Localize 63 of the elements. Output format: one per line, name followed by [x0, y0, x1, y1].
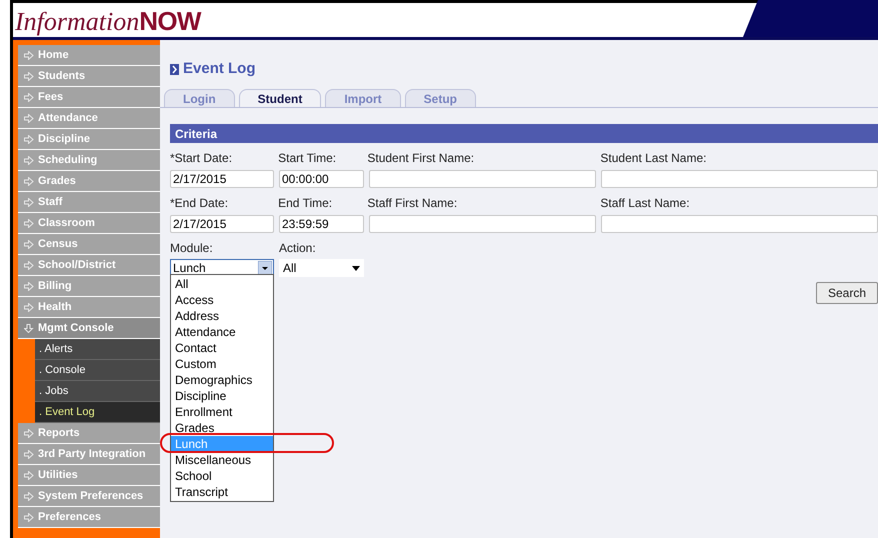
right-arrow-icon [24, 218, 34, 228]
dropdown-option[interactable]: Demographics [171, 372, 273, 388]
text-field[interactable] [369, 215, 596, 233]
right-arrow-icon [24, 470, 34, 480]
right-arrow-icon [24, 134, 34, 144]
page-title: Event Log [183, 58, 256, 79]
dropdown-option[interactable]: Enrollment [171, 404, 273, 420]
dropdown-option[interactable]: All [171, 276, 273, 292]
dropdown-option[interactable]: Address [171, 308, 273, 324]
right-arrow-icon [24, 492, 34, 500]
dropdown-option[interactable]: Transcript [171, 484, 273, 500]
dropdown-option[interactable]: Grades [171, 420, 273, 436]
right-arrow-icon [24, 114, 34, 122]
right-arrow-icon [24, 428, 34, 438]
text-field[interactable]: 23:59:59 [279, 215, 364, 233]
right-arrow-icon [24, 282, 34, 290]
right-arrow-icon [24, 92, 34, 102]
dropdown-option[interactable]: Attendance [171, 324, 273, 340]
right-arrow-icon [24, 198, 34, 206]
right-arrow-icon [24, 512, 34, 522]
right-arrow-icon [24, 260, 34, 270]
field-label: Module: [170, 240, 214, 255]
right-arrow-icon [24, 240, 34, 248]
dropdown-option[interactable]: Custom [171, 356, 273, 372]
title-arrow-icon [170, 64, 179, 74]
field-label: *Start Date: [170, 150, 234, 165]
dropdown-option[interactable]: Miscellaneous [171, 452, 273, 468]
right-arrow-icon [24, 156, 34, 164]
submenu-item[interactable]: . Jobs [35, 381, 160, 402]
right-arrow-icon [24, 450, 34, 458]
search-button[interactable]: Search [816, 282, 878, 304]
field-label: Student Last Name: [600, 150, 708, 165]
submenu-item[interactable]: . Console [35, 360, 160, 381]
field-label: End Time: [278, 195, 334, 210]
criteria-header: Criteria [170, 124, 878, 143]
text-field[interactable]: 2/17/2015 [170, 170, 274, 188]
caret-icon [258, 261, 272, 275]
field-label: Staff First Name: [367, 195, 458, 210]
down-arrow-icon [24, 324, 34, 332]
tab[interactable]: Student [238, 89, 322, 107]
dropdown-option[interactable]: Access [171, 292, 273, 308]
text-field[interactable]: 2/17/2015 [170, 215, 274, 233]
dropdown-option[interactable]: Discipline [171, 388, 273, 404]
text-field[interactable]: 00:00:00 [279, 170, 364, 188]
field-label: Staff Last Name: [600, 195, 691, 210]
dropdown-option[interactable]: Contact [171, 340, 273, 356]
caret-icon [352, 266, 360, 270]
right-arrow-icon [24, 176, 34, 186]
right-arrow-icon [24, 72, 34, 80]
field-label: Action: [279, 240, 316, 255]
right-arrow-icon [24, 50, 34, 60]
text-field[interactable] [369, 170, 596, 188]
field-label: Start Time: [278, 150, 338, 165]
text-field[interactable] [601, 170, 878, 188]
right-arrow-icon [24, 302, 34, 312]
field-label: *End Date: [170, 195, 230, 210]
dropdown-option[interactable]: School [171, 468, 273, 484]
submenu-item[interactable]: . Event Log [35, 402, 160, 423]
field-label: Student First Name: [367, 150, 476, 165]
action-dropdown[interactable]: All [279, 259, 364, 277]
submenu-item[interactable]: . Alerts [35, 339, 160, 360]
text-field[interactable] [601, 215, 878, 233]
logo: InformationNOW [14, 8, 201, 37]
